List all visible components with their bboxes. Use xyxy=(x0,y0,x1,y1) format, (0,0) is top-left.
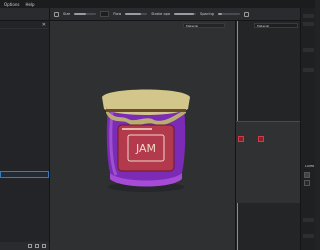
flow-slider[interactable] xyxy=(125,13,148,15)
stroke-opacity-label: Stroke opa xyxy=(151,12,170,16)
right-panel-field[interactable] xyxy=(303,68,314,72)
jar-label-text: JAM xyxy=(135,142,156,155)
folder-icon[interactable] xyxy=(35,244,39,248)
viewport-2d[interactable]: Material xyxy=(235,21,301,250)
layer-thumbnail[interactable] xyxy=(304,180,310,186)
size-slider-fill xyxy=(74,13,87,15)
left-panel: ✕ xyxy=(0,8,50,250)
right-panel-tab[interactable] xyxy=(303,14,314,18)
menu-options[interactable]: Options xyxy=(4,2,19,7)
settings-icon[interactable] xyxy=(243,11,249,17)
layers-label: LAYER xyxy=(305,164,315,168)
right-panel-tab[interactable] xyxy=(303,22,314,26)
jam-jar-model: JAM xyxy=(102,89,190,192)
flow-label: Flow xyxy=(113,12,122,16)
size-label: Size xyxy=(63,12,71,16)
right-panel: LAYER xyxy=(300,8,315,250)
stroke-opacity-slider[interactable] xyxy=(173,13,196,15)
jar-label-subtext xyxy=(122,128,152,130)
size-slider[interactable] xyxy=(74,13,97,15)
spacing-label: Spacing xyxy=(199,12,214,16)
add-icon[interactable] xyxy=(42,244,46,248)
right-panel-field[interactable] xyxy=(303,218,314,222)
stroke-opacity-slider-fill xyxy=(173,13,194,15)
right-panel-field[interactable] xyxy=(303,234,314,238)
viewport-3d-mode-select[interactable]: Material xyxy=(183,23,225,28)
spacing-slider[interactable] xyxy=(217,13,240,15)
spacing-slider-fill xyxy=(217,13,223,15)
tool-properties-bar: Size Flow Stroke opa Spacing xyxy=(50,8,300,21)
layer-thumbnail[interactable] xyxy=(304,172,310,178)
menu-help[interactable]: Help xyxy=(25,2,34,7)
selected-asset-row[interactable] xyxy=(0,171,49,178)
left-panel-footer xyxy=(0,242,49,250)
uv-top-edge xyxy=(236,121,301,122)
size-value-box[interactable] xyxy=(100,11,110,17)
close-icon[interactable]: ✕ xyxy=(42,22,46,28)
uv-island xyxy=(258,136,264,142)
jar-string xyxy=(106,109,186,112)
viewport-2d-mode-select[interactable]: Material xyxy=(254,23,298,28)
flow-slider-fill xyxy=(125,13,141,15)
uv-space xyxy=(236,121,301,203)
left-panel-search-row: ✕ xyxy=(0,21,49,29)
right-panel-field[interactable] xyxy=(303,48,314,52)
brush-icon[interactable] xyxy=(54,11,59,17)
left-panel-header xyxy=(0,8,49,21)
import-icon[interactable] xyxy=(28,244,32,248)
menu-bar: Options Help xyxy=(0,0,315,8)
uv-island xyxy=(238,136,244,142)
